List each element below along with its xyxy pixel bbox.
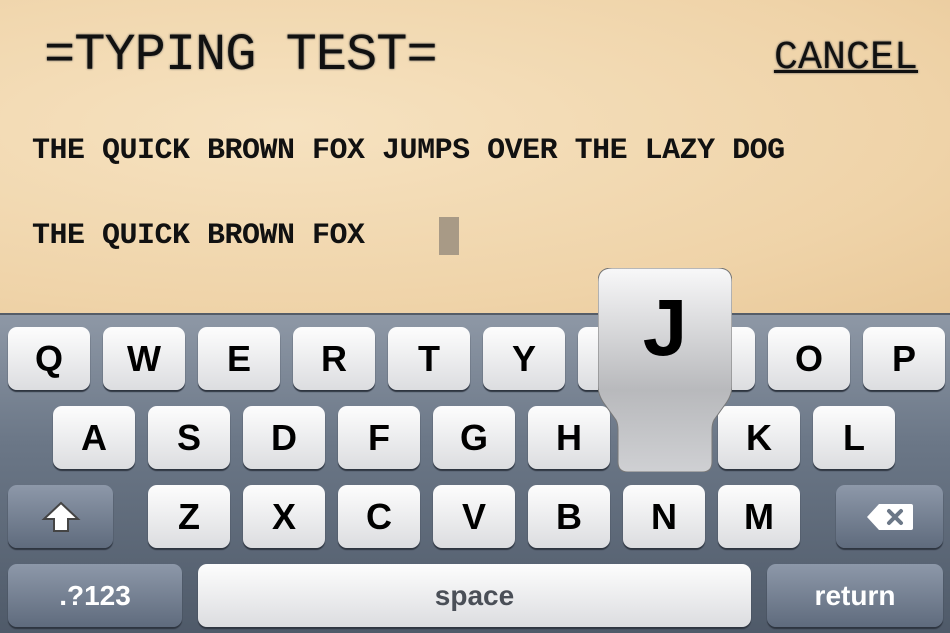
key-r[interactable]: R (293, 327, 375, 390)
keyboard: QWERTYUIOPASDFGHJKLZXCVBNM.?123spaceretu… (0, 313, 950, 633)
key-popup: J (598, 268, 732, 472)
key-w[interactable]: W (103, 327, 185, 390)
prompt-text: THE QUICK BROWN FOX JUMPS OVER THE LAZY … (32, 134, 785, 168)
key-c[interactable]: C (338, 485, 420, 548)
key-l[interactable]: L (813, 406, 895, 469)
return-key[interactable]: return (767, 564, 943, 627)
page-title: =TYPING TEST= (44, 26, 438, 85)
key-b[interactable]: B (528, 485, 610, 548)
text-cursor (439, 217, 459, 255)
key-m[interactable]: M (718, 485, 800, 548)
space-key[interactable]: space (198, 564, 751, 627)
numbers-key[interactable]: .?123 (8, 564, 182, 627)
delete-key[interactable] (836, 485, 943, 548)
key-f[interactable]: F (338, 406, 420, 469)
popup-letter: J (642, 283, 688, 372)
key-g[interactable]: G (433, 406, 515, 469)
typed-text-input[interactable]: THE QUICK BROWN FOX (32, 219, 365, 253)
key-p[interactable]: P (863, 327, 945, 390)
key-a[interactable]: A (53, 406, 135, 469)
shift-key[interactable] (8, 485, 113, 548)
cancel-button[interactable]: CANCEL (774, 36, 918, 81)
key-n[interactable]: N (623, 485, 705, 548)
key-d[interactable]: D (243, 406, 325, 469)
key-t[interactable]: T (388, 327, 470, 390)
key-z[interactable]: Z (148, 485, 230, 548)
key-x[interactable]: X (243, 485, 325, 548)
key-v[interactable]: V (433, 485, 515, 548)
key-o[interactable]: O (768, 327, 850, 390)
key-q[interactable]: Q (8, 327, 90, 390)
shift-arrow-icon (40, 501, 81, 532)
key-y[interactable]: Y (483, 327, 565, 390)
key-e[interactable]: E (198, 327, 280, 390)
key-s[interactable]: S (148, 406, 230, 469)
backspace-icon (866, 503, 913, 530)
